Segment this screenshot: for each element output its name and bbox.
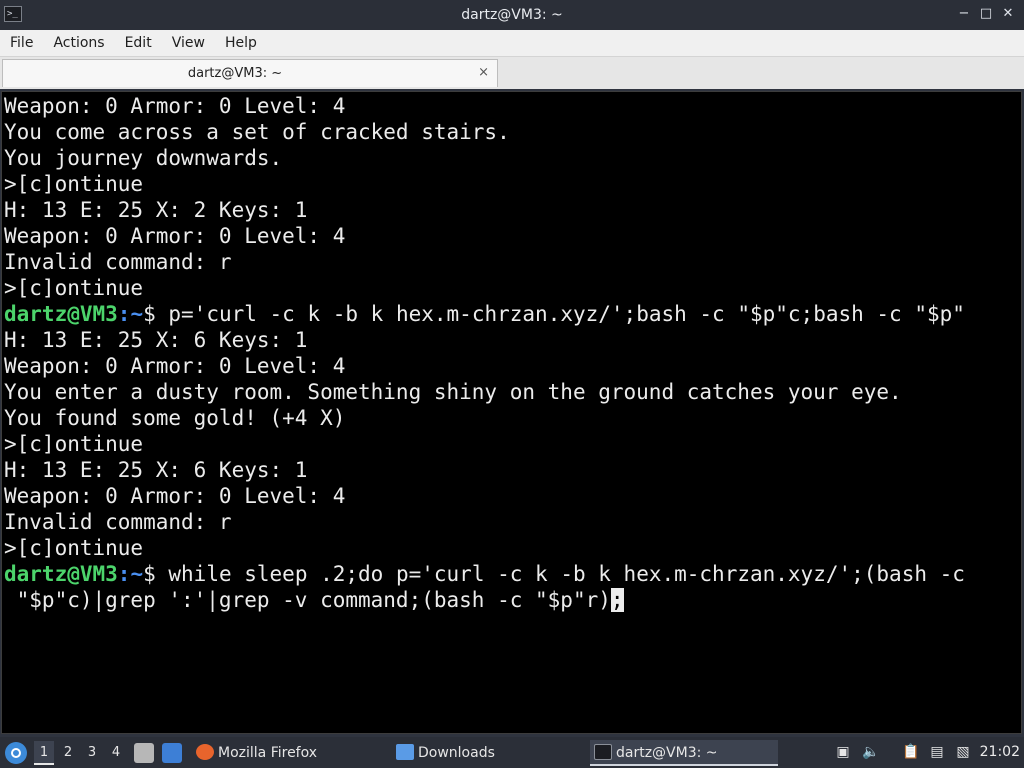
workspace-3[interactable]: 3 [82,741,102,765]
line-text: H: 13 E: 25 X: 2 Keys: 1 [4,198,308,222]
line-text: >[c]ontinue [4,276,144,300]
taskbar: 1 2 3 4 Mozilla Firefox Downloads dartz@… [0,737,1024,768]
prompt-user: dartz@VM3 [4,302,118,326]
line-text: $ while sleep .2;do p='curl -c k -b k he… [143,562,965,586]
task-firefox-label: Mozilla Firefox [218,745,318,761]
terminal-line: Weapon: 0 Armor: 0 Level: 4 [4,223,965,249]
line-text: You found some gold! (+4 X) [4,406,346,430]
task-terminal-label: dartz@VM3: ~ [616,745,718,761]
prompt-path: ~ [130,302,144,326]
line-text: You enter a dusty room. Something shiny … [4,380,902,404]
menu-edit[interactable]: Edit [115,30,162,56]
workspace-4[interactable]: 4 [106,741,126,765]
menu-bar: File Actions Edit View Help [0,30,1024,57]
line-text: Weapon: 0 Armor: 0 Level: 4 [4,94,346,118]
terminal-line: Invalid command: r [4,509,965,535]
terminal-view[interactable]: Weapon: 0 Armor: 0 Level: 4 You come acro… [1,91,1022,734]
start-menu-icon[interactable] [5,742,27,764]
line-text: Weapon: 0 Armor: 0 Level: 4 [4,354,346,378]
terminal-icon [594,744,612,760]
prompt-path: ~ [130,562,144,586]
terminal-line: Weapon: 0 Armor: 0 Level: 4 [4,353,965,379]
network-icon[interactable]: ▤ [928,743,946,761]
terminal-line: You enter a dusty room. Something shiny … [4,379,965,405]
maximize-button[interactable]: □ [978,6,994,22]
terminal-line: Weapon: 0 Armor: 0 Level: 4 [4,93,965,119]
menu-actions[interactable]: Actions [43,30,114,56]
terminal-line: H: 13 E: 25 X: 6 Keys: 1 [4,327,965,353]
line-text: H: 13 E: 25 X: 6 Keys: 1 [4,328,308,352]
updates-icon[interactable]: ▣ [834,743,852,761]
terminal-line: dartz@VM3:~$ p='curl -c k -b k hex.m-chr… [4,301,965,327]
line-text: Weapon: 0 Armor: 0 Level: 4 [4,224,346,248]
tab-strip: dartz@VM3: ~ × [0,57,1024,89]
terminal-line: Invalid command: r [4,249,965,275]
text-cursor: ; [610,588,624,612]
terminal-line: >[c]ontinue [4,431,965,457]
line-text: Invalid command: r [4,510,232,534]
minimize-button[interactable]: − [956,6,972,22]
terminal-line: H: 13 E: 25 X: 6 Keys: 1 [4,457,965,483]
terminal-line: >[c]ontinue [4,171,965,197]
file-manager-launcher-icon[interactable] [134,743,154,763]
line-text: >[c]ontinue [4,536,144,560]
terminal-line: >[c]ontinue [4,535,965,561]
folder-icon [396,744,414,760]
line-text: Weapon: 0 Armor: 0 Level: 4 [4,484,346,508]
line-text: "$p"c)|grep ':'|grep -v command;(bash -c… [4,588,611,612]
power-icon[interactable]: ▧ [954,743,972,761]
line-text: You journey downwards. [4,146,283,170]
line-text: You come across a set of cracked stairs. [4,120,510,144]
task-firefox[interactable]: Mozilla Firefox [192,740,386,766]
window-title: dartz@VM3: ~ [461,7,563,23]
clipboard-icon[interactable]: 📋 [902,743,920,761]
terminal-line: You journey downwards. [4,145,965,171]
terminal-tab[interactable]: dartz@VM3: ~ × [2,59,498,87]
workspace-1[interactable]: 1 [34,741,54,765]
menu-view[interactable]: View [162,30,215,56]
task-downloads[interactable]: Downloads [392,740,586,766]
prompt-user: dartz@VM3 [4,562,118,586]
prompt-separator: : [117,562,131,586]
line-text: >[c]ontinue [4,432,144,456]
tab-close-icon[interactable]: × [478,60,489,86]
close-button[interactable]: ✕ [1000,6,1016,22]
title-bar: >_ dartz@VM3: ~ − □ ✕ [0,0,1024,30]
task-downloads-label: Downloads [418,745,495,761]
line-text: H: 13 E: 25 X: 6 Keys: 1 [4,458,308,482]
menu-file[interactable]: File [0,30,43,56]
terminal-line: >[c]ontinue [4,275,965,301]
line-text: Invalid command: r [4,250,232,274]
show-desktop-icon[interactable] [162,743,182,763]
terminal-line: H: 13 E: 25 X: 2 Keys: 1 [4,197,965,223]
window-controls: − □ ✕ [956,6,1016,22]
terminal-output: Weapon: 0 Armor: 0 Level: 4 You come acro… [4,93,965,613]
firefox-icon [196,744,214,760]
tab-label: dartz@VM3: ~ [187,66,283,81]
terminal-line: Weapon: 0 Armor: 0 Level: 4 [4,483,965,509]
line-text: >[c]ontinue [4,172,144,196]
terminal-line: You found some gold! (+4 X) [4,405,965,431]
volume-icon[interactable]: 🔈 [862,743,880,761]
prompt-separator: : [117,302,131,326]
terminal-line: You come across a set of cracked stairs. [4,119,965,145]
terminal-line: dartz@VM3:~$ while sleep .2;do p='curl -… [4,561,965,587]
task-terminal[interactable]: dartz@VM3: ~ [590,740,778,766]
menu-help[interactable]: Help [215,30,267,56]
clock: 21:02 [979,744,1020,760]
workspace-2[interactable]: 2 [58,741,78,765]
terminal-line: "$p"c)|grep ':'|grep -v command;(bash -c… [4,587,965,613]
line-text: $ p='curl -c k -b k hex.m-chrzan.xyz/';b… [143,302,965,326]
